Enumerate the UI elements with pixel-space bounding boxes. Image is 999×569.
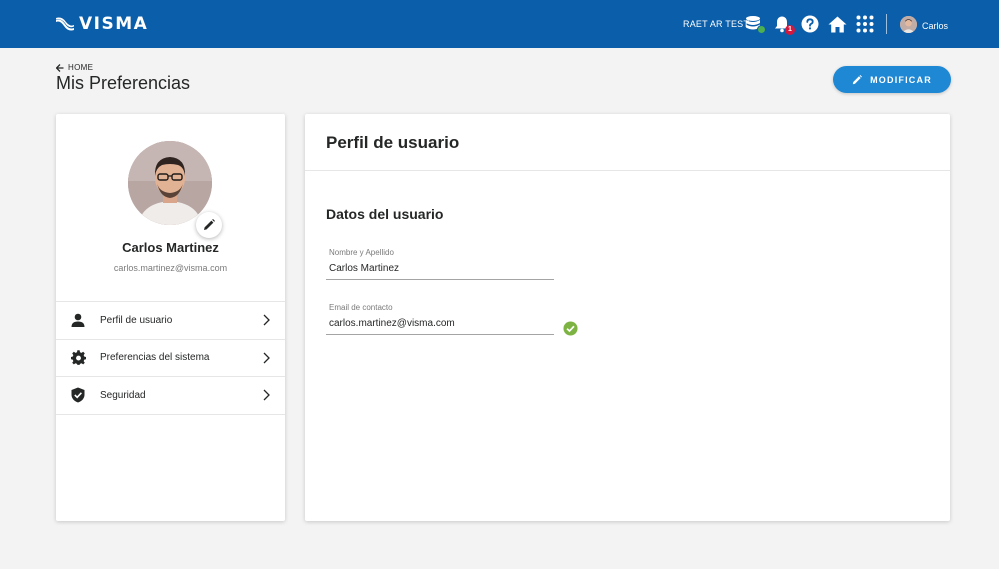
contact-email-input[interactable] (326, 316, 554, 335)
topbar-user-avatar[interactable] (900, 16, 917, 33)
home-button[interactable] (827, 14, 847, 34)
modify-button-label: MODIFICAR (870, 74, 932, 85)
topbar-username[interactable]: Carlos (922, 21, 948, 31)
breadcrumb[interactable]: HOME (56, 63, 93, 72)
notification-count-badge: 1 (785, 25, 795, 35)
menu-item-security[interactable]: Seguridad (56, 377, 285, 415)
menu-item-label: Perfil de usuario (100, 314, 173, 326)
profile-avatar-container (128, 141, 222, 238)
pencil-icon (204, 219, 215, 230)
modify-button[interactable]: MODIFICAR (833, 66, 951, 93)
gear-icon (70, 350, 86, 366)
menu-item-label: Preferencias del sistema (100, 352, 210, 364)
contact-email-field: Email de contacto (326, 303, 554, 335)
environment-label[interactable]: RAET AR TEST (683, 19, 749, 29)
database-status-badge (757, 25, 766, 34)
menu-item-system-preferences[interactable]: Preferencias del sistema (56, 340, 285, 377)
section-title: Datos del usuario (326, 206, 444, 222)
user-avatar-icon (900, 16, 917, 33)
edit-avatar-button[interactable] (196, 212, 222, 238)
menu-item-user-profile[interactable]: Perfil de usuario (56, 302, 285, 340)
breadcrumb-home-link[interactable]: HOME (68, 63, 93, 72)
brand-name: VISMA (79, 14, 149, 34)
full-name-label: Nombre y Apellido (329, 248, 394, 257)
profile-card: Carlos Martinez carlos.martinez@visma.co… (56, 114, 285, 521)
help-button[interactable] (800, 14, 820, 34)
database-button[interactable] (744, 14, 766, 34)
panel-divider (305, 170, 950, 171)
visma-logo[interactable]: VISMA (55, 14, 148, 34)
chevron-right-icon (263, 389, 270, 401)
profile-name: Carlos Martinez (122, 240, 219, 255)
home-icon (828, 16, 846, 32)
notifications-button[interactable]: 1 (772, 14, 795, 35)
chevron-right-icon (263, 314, 270, 326)
menu-item-label: Seguridad (100, 389, 146, 401)
apps-button[interactable] (855, 14, 875, 34)
topbar-divider (886, 14, 887, 34)
profile-email: carlos.martinez@visma.com (113, 263, 228, 273)
arrow-left-icon (56, 63, 64, 72)
person-icon (71, 313, 85, 328)
profile-avatar (128, 141, 212, 225)
check-circle-icon (563, 321, 578, 336)
shield-icon (71, 387, 85, 403)
page-title: Mis Preferencias (56, 73, 191, 93)
apps-grid-icon (856, 15, 874, 33)
help-icon (801, 15, 819, 33)
pencil-icon (852, 74, 863, 84)
profile-menu: Perfil de usuario Preferencias del siste… (56, 301, 285, 415)
top-navigation-bar: VISMA RAET AR TEST 1 Carlos (0, 0, 999, 48)
chevron-right-icon (263, 352, 270, 364)
panel-title: Perfil de usuario (326, 133, 460, 152)
profile-photo (128, 141, 212, 225)
user-profile-panel: Perfil de usuario Datos del usuario Nomb… (305, 114, 950, 521)
full-name-field: Nombre y Apellido (326, 248, 554, 280)
contact-email-label: Email de contacto (329, 303, 393, 312)
visma-logo-icon (56, 17, 74, 31)
full-name-input[interactable] (326, 261, 554, 280)
